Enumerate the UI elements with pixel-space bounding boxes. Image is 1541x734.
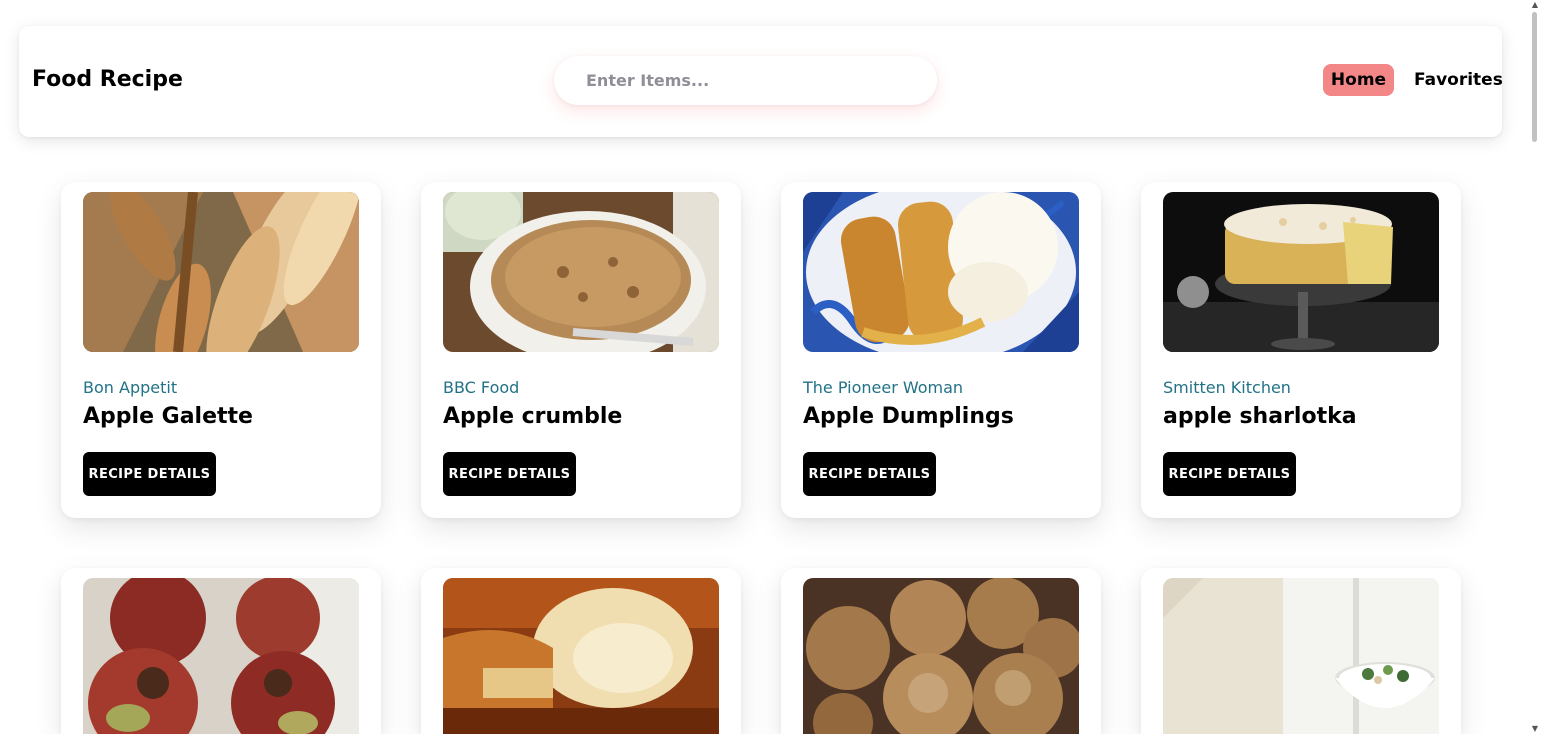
recipe-image-apple-dumplings [803, 192, 1079, 352]
recipe-title: apple sharlotka [1163, 404, 1357, 429]
recipe-image-apple-pudding [443, 578, 719, 734]
recipe-card: Smitten Kitchen apple sharlotka RECIPE D… [1141, 182, 1461, 518]
recipe-image-apple-fritters [803, 578, 1079, 734]
recipe-source: The Pioneer Woman [803, 378, 964, 397]
recipe-card: The Pioneer Woman Apple Dumplings RECIPE… [781, 182, 1101, 518]
recipe-card [781, 568, 1101, 734]
recipe-details-button[interactable]: RECIPE DETAILS [83, 452, 216, 496]
scroll-thumb[interactable] [1532, 12, 1537, 142]
recipe-card: Bon Appetit Apple Galette RECIPE DETAILS [61, 182, 381, 518]
recipe-image-apple-salad [1163, 578, 1439, 734]
recipe-card [61, 568, 381, 734]
scroll-up-icon[interactable]: ▲ [1529, 0, 1541, 10]
recipe-image-apple-galette [83, 192, 359, 352]
search-input[interactable] [554, 56, 937, 105]
nav-home-link[interactable]: Home [1323, 64, 1394, 96]
recipe-title: Apple Galette [83, 404, 253, 429]
recipe-title: Apple Dumplings [803, 404, 1014, 429]
page-scrollbar[interactable]: ▲ ▼ [1529, 0, 1541, 734]
brand-title: Food Recipe [32, 67, 183, 92]
recipe-details-button[interactable]: RECIPE DETAILS [443, 452, 576, 496]
recipe-card: BBC Food Apple crumble RECIPE DETAILS [421, 182, 741, 518]
recipe-title: Apple crumble [443, 404, 623, 429]
recipe-image-apple-sharlotka [1163, 192, 1439, 352]
scroll-down-icon[interactable]: ▼ [1529, 724, 1541, 734]
recipe-card [1141, 568, 1461, 734]
recipe-card [421, 568, 741, 734]
recipe-details-button[interactable]: RECIPE DETAILS [1163, 452, 1296, 496]
recipe-source: Smitten Kitchen [1163, 378, 1291, 397]
nav-favorites-link[interactable]: Favorites [1414, 70, 1503, 90]
recipe-source: BBC Food [443, 378, 520, 397]
recipe-details-button[interactable]: RECIPE DETAILS [803, 452, 936, 496]
navbar: Food Recipe Home Favorites [19, 26, 1503, 137]
recipe-source: Bon Appetit [83, 378, 178, 397]
recipe-image-apple-crumble [443, 192, 719, 352]
recipe-image-baked-apples [83, 578, 359, 734]
